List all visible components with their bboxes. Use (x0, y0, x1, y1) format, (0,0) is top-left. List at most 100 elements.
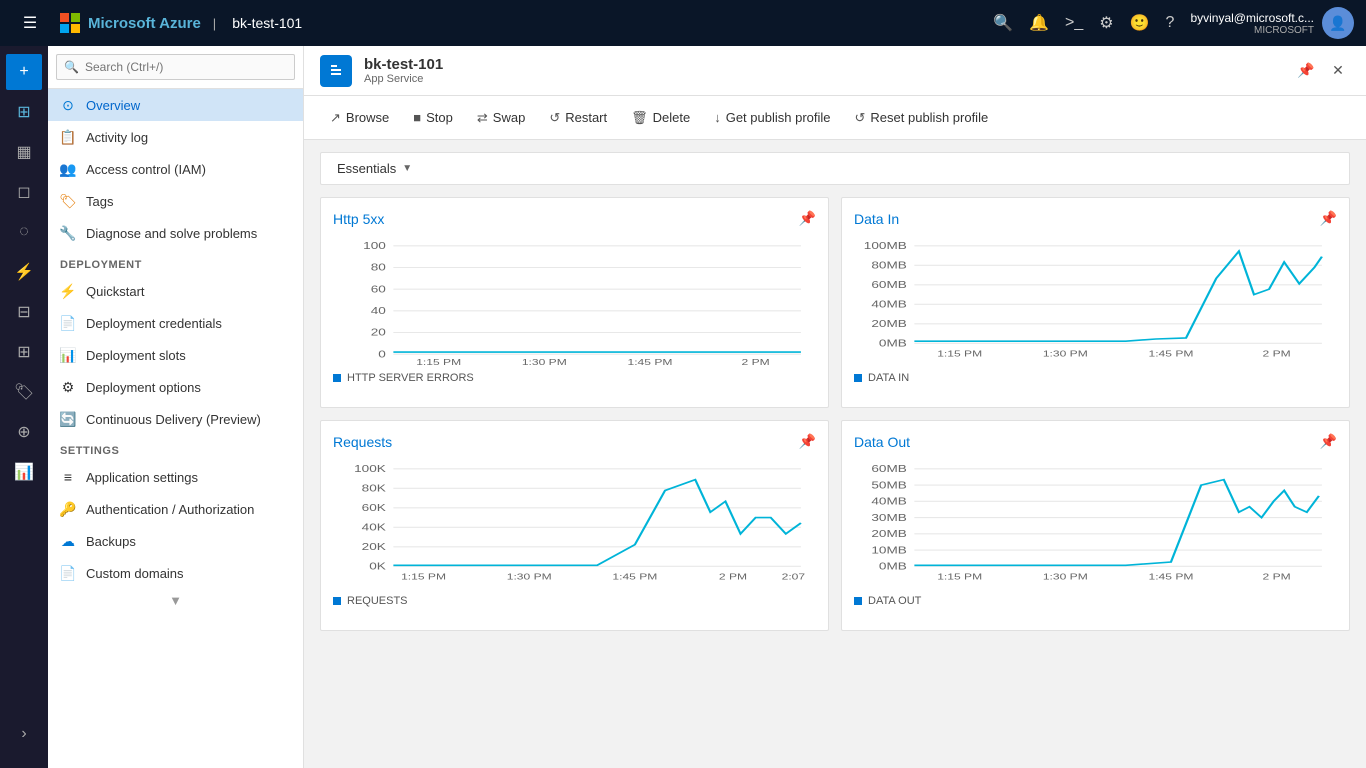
sidebar-item-diagnose-label: Diagnose and solve problems (86, 226, 257, 241)
sidebar-item-continuous-delivery[interactable]: 🔄 Continuous Delivery (Preview) (48, 403, 303, 435)
cube-rail-icon[interactable]: ◻ (6, 174, 42, 210)
brand-logo: Microsoft Azure (60, 13, 201, 33)
create-resource-button[interactable]: + (6, 54, 42, 90)
http5xx-chart-area: 100 80 60 40 20 0 1:15 PM 1:30 PM 1:45 P… (333, 235, 816, 395)
sidebar-item-deployment-options[interactable]: ⚙ Deployment options (48, 371, 303, 403)
essentials-chevron-icon: ▼ (402, 163, 412, 174)
search-nav-icon[interactable]: 🔍 (993, 13, 1013, 33)
svg-text:1:30 PM: 1:30 PM (1043, 349, 1088, 359)
svg-text:100: 100 (363, 240, 386, 252)
svg-text:10MB: 10MB (871, 544, 907, 556)
terminal-icon[interactable]: >_ (1065, 14, 1083, 32)
svg-text:0: 0 (378, 348, 386, 360)
svg-text:20: 20 (371, 327, 387, 339)
data-in-legend-label: DATA IN (868, 372, 909, 384)
pin-header-button[interactable]: 📌 (1294, 59, 1318, 83)
bell-icon[interactable]: 🔔 (1029, 13, 1049, 33)
svg-text:1:15 PM: 1:15 PM (416, 358, 461, 365)
help-icon[interactable]: ? (1166, 14, 1175, 32)
sidebar-item-diagnose[interactable]: 🔧 Diagnose and solve problems (48, 217, 303, 249)
sidebar-item-tags[interactable]: 🏷 Tags (48, 185, 303, 217)
sidebar-scroll-indicator: ▼ (48, 589, 303, 612)
svg-text:100K: 100K (354, 463, 386, 475)
swap-button[interactable]: ⇄ Swap (467, 105, 535, 131)
sidebar-item-access-control[interactable]: 👥 Access control (IAM) (48, 153, 303, 185)
continuous-delivery-icon: 🔄 (60, 411, 76, 427)
sidebar-item-continuous-delivery-label: Continuous Delivery (Preview) (86, 412, 261, 427)
user-menu[interactable]: byvinyal@microsoft.c... MICROSOFT 👤 (1190, 7, 1354, 39)
close-header-button[interactable]: ✕ (1326, 59, 1350, 83)
data-in-chart-title[interactable]: Data In (854, 211, 899, 227)
http5xx-legend: HTTP SERVER ERRORS (333, 372, 816, 384)
tag-rail-icon[interactable]: 🏷 (6, 374, 42, 410)
browse-icon: ↗ (330, 110, 341, 126)
tiles-rail-icon[interactable]: ⊞ (6, 334, 42, 370)
toolbar: ↗ Browse ■ Stop ⇄ Swap ↺ Restart 🗑 Delet… (304, 96, 1366, 140)
all-services-rail-icon[interactable]: ▦ (6, 134, 42, 170)
resource-logo (320, 55, 352, 87)
svg-text:40K: 40K (362, 522, 386, 534)
sidebar-item-backups-label: Backups (86, 534, 136, 549)
svg-text:60MB: 60MB (871, 463, 907, 475)
requests-chart-title[interactable]: Requests (333, 434, 392, 450)
essentials-bar[interactable]: Essentials ▼ (320, 152, 1350, 185)
sidebar-item-tags-label: Tags (86, 194, 113, 209)
svg-text:80: 80 (371, 262, 387, 274)
sidebar-item-overview[interactable]: ⊙ Overview (48, 89, 303, 121)
sidebar-item-access-control-label: Access control (IAM) (86, 162, 206, 177)
sidebar-item-application-settings[interactable]: ≡ Application settings (48, 461, 303, 493)
data-in-pin-icon[interactable]: 📌 (1320, 210, 1337, 227)
access-control-icon: 👥 (60, 161, 76, 177)
sidebar-item-deployment-credentials[interactable]: 📄 Deployment credentials (48, 307, 303, 339)
http5xx-legend-dot (333, 374, 341, 382)
svg-text:80K: 80K (362, 483, 386, 495)
sidebar-item-custom-domains[interactable]: 📄 Custom domains (48, 557, 303, 589)
requests-legend-dot (333, 597, 341, 605)
dashboard-rail-icon[interactable]: ⊞ (6, 94, 42, 130)
custom-domains-icon: 📄 (60, 565, 76, 581)
sidebar-item-activity-log[interactable]: 📋 Activity log (48, 121, 303, 153)
svg-text:0K: 0K (369, 561, 386, 573)
globe-rail-icon[interactable]: ◌ (6, 214, 42, 250)
sidebar-item-authentication-label: Authentication / Authorization (86, 502, 254, 517)
delete-button[interactable]: 🗑 Delete (621, 105, 700, 131)
sidebar-item-application-settings-label: Application settings (86, 470, 198, 485)
sidebar-item-quickstart[interactable]: ⚡ Quickstart (48, 275, 303, 307)
get-publish-profile-button[interactable]: ↓ Get publish profile (704, 105, 840, 130)
essentials-label: Essentials (337, 161, 396, 176)
chart-rail-icon[interactable]: 📊 (6, 454, 42, 490)
feedback-icon[interactable]: 🙂 (1130, 13, 1150, 33)
restart-button[interactable]: ↺ Restart (539, 105, 617, 131)
http5xx-chart-header: Http 5xx 📌 (333, 210, 816, 227)
search-input[interactable] (56, 54, 295, 80)
sidebar: 🔍 ⊙ Overview 📋 Activity log 👥 Access con… (48, 46, 304, 768)
svg-text:0MB: 0MB (879, 338, 907, 350)
http5xx-chart-title[interactable]: Http 5xx (333, 211, 384, 227)
data-out-pin-icon[interactable]: 📌 (1320, 433, 1337, 450)
sidebar-search-icon: 🔍 (64, 60, 79, 74)
settings-nav-icon[interactable]: ⚙ (1099, 13, 1113, 33)
sidebar-item-custom-domains-label: Custom domains (86, 566, 184, 581)
http5xx-pin-icon[interactable]: 📌 (799, 210, 816, 227)
hamburger-menu-button[interactable]: ☰ (12, 5, 48, 41)
layers-rail-icon[interactable]: ⊟ (6, 294, 42, 330)
overview-icon: ⊙ (60, 97, 76, 113)
data-out-chart-title[interactable]: Data Out (854, 434, 910, 450)
lightning-rail-icon[interactable]: ⚡ (6, 254, 42, 290)
svg-text:1:45 PM: 1:45 PM (612, 572, 657, 582)
reset-publish-profile-button[interactable]: ↺ Reset publish profile (845, 105, 999, 131)
browse-button[interactable]: ↗ Browse (320, 105, 399, 131)
sidebar-item-authentication[interactable]: 🔑 Authentication / Authorization (48, 493, 303, 525)
expand-rail-button[interactable]: › (6, 716, 42, 752)
link-rail-icon[interactable]: ⊕ (6, 414, 42, 450)
svg-text:60MB: 60MB (871, 279, 907, 291)
deployment-section-label: DEPLOYMENT (48, 249, 303, 275)
sidebar-item-deployment-slots[interactable]: 📊 Deployment slots (48, 339, 303, 371)
sidebar-item-backups[interactable]: ☁ Backups (48, 525, 303, 557)
resource-title-block: bk-test-101 App Service (364, 56, 443, 85)
stop-button[interactable]: ■ Stop (403, 105, 463, 130)
data-in-svg: 100MB 80MB 60MB 40MB 20MB 0MB 1:15 PM 1:… (854, 235, 1337, 365)
avatar[interactable]: 👤 (1322, 7, 1354, 39)
svg-text:2 PM: 2 PM (742, 358, 770, 365)
requests-pin-icon[interactable]: 📌 (799, 433, 816, 450)
